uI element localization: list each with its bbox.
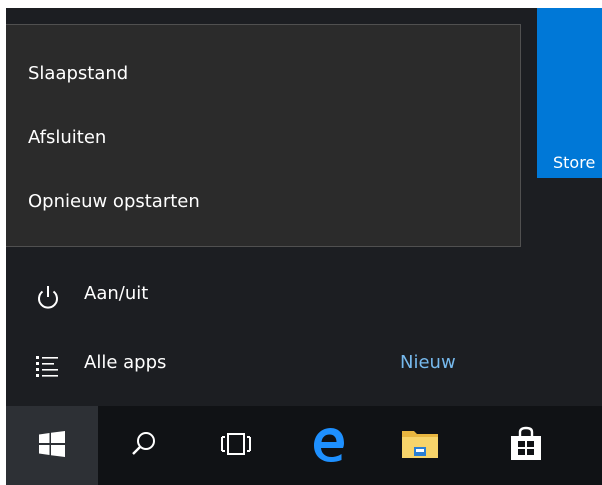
- power-icon: [32, 281, 64, 313]
- task-view-icon: [219, 432, 253, 460]
- store-tile-label: Store: [553, 153, 596, 172]
- power-options-flyout: Slaapstand Afsluiten Opnieuw opstarten: [6, 24, 521, 247]
- edge-button[interactable]: [282, 406, 374, 485]
- power-button[interactable]: Aan/uit: [6, 267, 526, 323]
- search-button[interactable]: [98, 406, 190, 485]
- shutdown-option[interactable]: Afsluiten: [28, 127, 106, 148]
- all-apps-button[interactable]: Alle apps Nieuw: [6, 336, 526, 392]
- start-button[interactable]: [6, 406, 98, 485]
- task-view-button[interactable]: [190, 406, 282, 485]
- windows-logo-icon: [39, 430, 65, 461]
- edge-icon: [310, 426, 346, 466]
- file-explorer-button[interactable]: [374, 406, 466, 485]
- new-badge: Nieuw: [400, 352, 456, 373]
- restart-option[interactable]: Opnieuw opstarten: [28, 191, 200, 212]
- sleep-option[interactable]: Slaapstand: [28, 63, 128, 84]
- search-icon: [130, 430, 158, 462]
- all-apps-label: Alle apps: [84, 352, 167, 373]
- store-button[interactable]: [466, 406, 586, 485]
- power-label: Aan/uit: [84, 283, 149, 304]
- desktop: Store Slaapstand Afsluiten Opnieuw opsta…: [0, 0, 602, 485]
- store-tile[interactable]: Store: [537, 8, 602, 178]
- store-bag-icon: [509, 426, 543, 466]
- list-icon: [32, 350, 64, 382]
- taskbar: [6, 406, 602, 485]
- folder-icon: [401, 427, 439, 465]
